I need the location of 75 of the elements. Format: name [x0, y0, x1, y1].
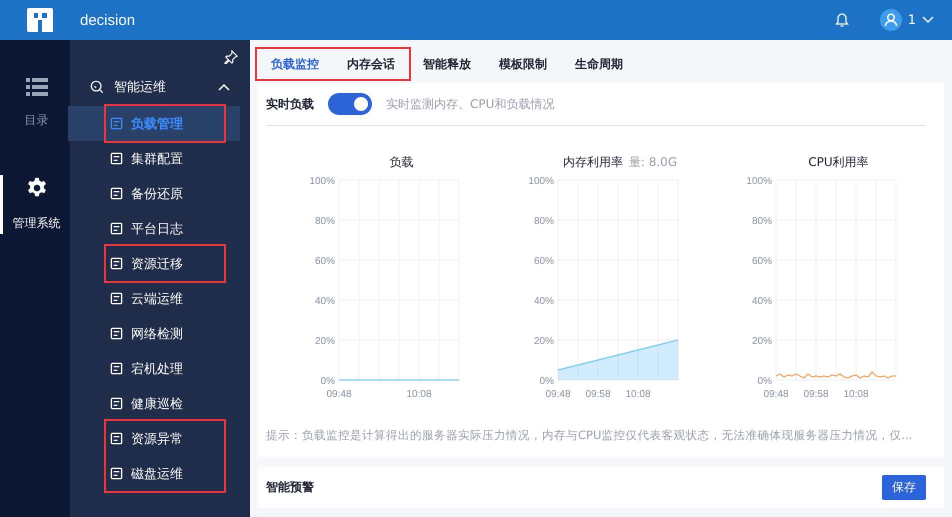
menu-item[interactable]: 磁盘运维 — [68, 456, 240, 491]
chart-title: 负载 — [390, 154, 414, 170]
menu-item[interactable]: 云端运维 — [68, 281, 240, 316]
menu-item-icon — [110, 397, 123, 410]
menu-item-icon — [110, 117, 123, 130]
chart-title: CPU利用率 — [808, 154, 869, 170]
tab[interactable]: 生命周期 — [561, 50, 637, 78]
rail-item[interactable]: 目录 — [0, 76, 70, 131]
y-tick-label: 100% — [746, 176, 772, 187]
x-tick-label: 10:08 — [843, 389, 869, 400]
chevron-icon — [218, 83, 230, 91]
menu-item[interactable]: 备份还原 — [68, 176, 240, 211]
menu-item[interactable]: 网络检测 — [68, 316, 240, 351]
y-tick-label: 0% — [320, 376, 335, 387]
menu-item-icon — [110, 362, 123, 375]
section-title: 智能预警 — [266, 478, 314, 496]
y-tick-label: 40% — [752, 296, 772, 307]
chevron-down-icon — [922, 16, 934, 24]
y-tick-label: 40% — [533, 296, 554, 307]
avatar-icon — [880, 9, 902, 31]
tab[interactable]: 内存会话 — [333, 50, 409, 78]
menu-item-icon — [110, 152, 123, 165]
x-tick-label: 09:48 — [763, 389, 789, 400]
y-tick-label: 100% — [528, 176, 554, 187]
x-tick-label: 10:08 — [406, 389, 432, 400]
tip-text: 提示：负载监控是计算得出的服务器实际压力情况，内存与CPU监控仅代表客观状态，无法准确体现服务器压力情况，仅... — [266, 428, 914, 443]
menu-item-icon — [110, 292, 123, 305]
logo-icon — [26, 6, 54, 34]
menu-item[interactable]: 平台日志 — [68, 211, 240, 246]
menu-item[interactable]: 资源异常 — [68, 421, 240, 456]
list-icon — [26, 78, 48, 96]
y-tick-label: 20% — [314, 336, 335, 347]
user-menu[interactable]: 1 — [880, 9, 934, 31]
menu-item[interactable]: 资源迁移 — [68, 246, 240, 281]
gear-icon — [26, 177, 48, 199]
x-tick-label: 09:58 — [584, 389, 610, 400]
search-badge-icon — [90, 80, 104, 94]
menu-item[interactable]: 集群配置 — [68, 141, 240, 176]
y-tick-label: 80% — [752, 216, 772, 227]
x-tick-label: 10:08 — [624, 389, 650, 400]
menu-item[interactable]: 健康巡检 — [68, 386, 240, 421]
toggle-label: 实时负载 — [266, 96, 314, 112]
y-tick-label: 20% — [533, 336, 554, 347]
menu-item-icon — [110, 222, 123, 235]
y-tick-label: 80% — [533, 216, 554, 227]
chart-title: 内存利用率 — [562, 154, 623, 170]
bell-icon[interactable] — [834, 12, 850, 28]
tab[interactable]: 负载监控 — [257, 50, 333, 78]
y-tick-label: 0% — [758, 376, 772, 387]
menu-item-icon — [110, 467, 123, 480]
y-tick-label: 100% — [309, 176, 335, 187]
y-tick-label: 20% — [752, 336, 772, 347]
toggle-hint: 实时监测内存、CPU和负载情况 — [386, 96, 554, 112]
toggle-switch[interactable] — [328, 93, 372, 115]
tab[interactable]: 智能释放 — [409, 50, 485, 78]
menu-item-icon — [110, 432, 123, 445]
y-tick-label: 60% — [314, 256, 335, 267]
app-title: decision — [80, 12, 136, 28]
save-button[interactable]: 保存 — [882, 474, 926, 500]
menu-item-icon — [110, 327, 123, 340]
x-tick-label: 09:48 — [326, 389, 352, 400]
x-tick-label: 09:48 — [544, 389, 570, 400]
menu-group[interactable]: 智能运维 — [70, 68, 250, 106]
x-tick-label: 09:58 — [803, 389, 829, 400]
y-tick-label: 60% — [752, 256, 772, 267]
y-tick-label: 40% — [314, 296, 335, 307]
y-tick-label: 0% — [539, 376, 554, 387]
y-tick-label: 60% — [533, 256, 554, 267]
menu-item-icon — [110, 257, 123, 270]
chart-note: 量: 8.0G — [628, 154, 678, 170]
y-tick-label: 80% — [314, 216, 335, 227]
tab[interactable]: 模板限制 — [485, 50, 561, 78]
pin-icon[interactable] — [224, 50, 238, 64]
menu-item-icon — [110, 187, 123, 200]
menu-item[interactable]: 宕机处理 — [68, 351, 240, 386]
